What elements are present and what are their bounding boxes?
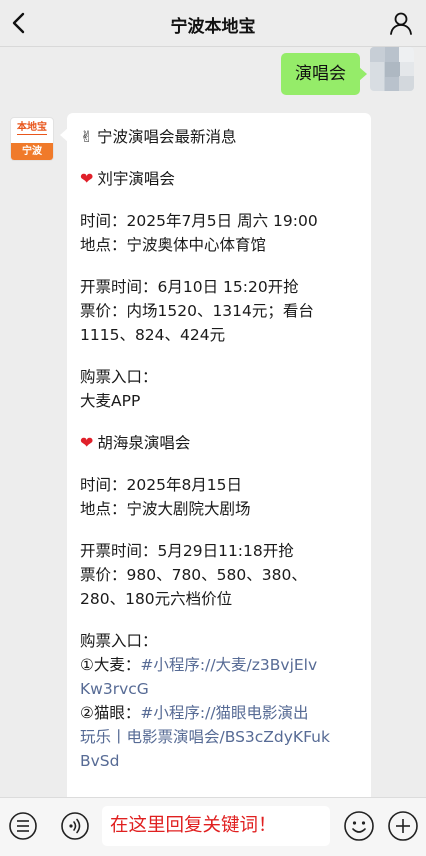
concert-time: 时间：2025年7月5日 周六 19:00 (80, 212, 318, 230)
concert-sale-time: 开票时间：5月29日11:18开抢 (80, 542, 294, 560)
profile-button[interactable] (388, 10, 414, 36)
ticket-entry-maoyan-prefix: ②猫眼： (80, 704, 141, 722)
concert-name: 刘宇演唱会 (97, 170, 175, 188)
outgoing-message-bubble[interactable]: 演唱会 (281, 53, 367, 95)
message-input[interactable]: 在这里回复关键词！ (102, 806, 330, 846)
concert-price-cont: 280、180元六档价位 (80, 590, 233, 608)
list-menu-icon (9, 812, 37, 840)
ticket-entry-label: 购票入口： (80, 632, 158, 650)
concert-sale-time: 开票时间：6月10日 15:20开抢 (80, 278, 299, 296)
concert-venue: 地点：宁波奥体中心体育馆 (80, 236, 267, 254)
concert-price: 票价：980、780、580、380、 (80, 566, 307, 584)
more-actions-button[interactable] (387, 810, 419, 842)
maoyan-miniprogram-link[interactable]: #小程序://猫眼电影演出 (140, 704, 308, 722)
damai-miniprogram-link-cont[interactable]: Kw3rvcG (80, 680, 149, 698)
plus-icon (388, 811, 418, 841)
chat-title: 宁波本地宝 (170, 17, 256, 37)
ticket-entry-label: 购票入口： (80, 368, 158, 386)
ticket-entry-damai-row: ①大麦：#小程序://大麦/z3BvjElv (80, 653, 370, 677)
person-icon (390, 12, 412, 35)
message-headline: 宁波演唱会最新消息 (97, 128, 237, 146)
user-avatar[interactable] (370, 47, 414, 91)
menu-toggle-button[interactable] (8, 811, 38, 841)
avatar-logo-text: 本地宝 (17, 122, 47, 135)
concert-name: 胡海泉演唱会 (97, 434, 191, 452)
heart-icon: ❤ (80, 169, 94, 188)
voice-icon (61, 812, 89, 840)
message-body: ✌ 宁波演唱会最新消息 ❤ 刘宇演唱会 时间：2025年7月5日 周六 19:00 … (80, 125, 370, 773)
concert-name-row: ❤ 胡海泉演唱会 (80, 431, 370, 455)
concert-venue: 地点：宁波大剧院大剧场 (80, 500, 251, 518)
damai-link-cont-row: Kw3rvcG (80, 677, 370, 701)
emoji-icon (344, 811, 374, 841)
chat-header: 宁波本地宝 (0, 0, 426, 47)
message-headline-row: ✌ 宁波演唱会最新消息 (80, 125, 370, 149)
ticket-entry-value: 大麦APP (80, 392, 141, 410)
heart-icon: ❤ (80, 433, 94, 452)
concert-price: 票价：内场1520、1314元；看台 (80, 302, 314, 320)
ticket-entry-damai-prefix: ①大麦： (80, 656, 141, 674)
maoyan-link-cont-row: 玩乐丨电影票演唱会/BS3cZdyKFuk (80, 725, 370, 749)
victory-hand-icon: ✌ (80, 128, 93, 146)
concert-price-cont: 1115、824、424元 (80, 326, 226, 344)
voice-input-button[interactable] (60, 811, 90, 841)
concert-name-row: ❤ 刘宇演唱会 (80, 167, 370, 191)
avatar-logo-sub (11, 135, 53, 140)
maoyan-miniprogram-link-cont[interactable]: 玩乐丨电影票演唱会/BS3cZdyKFuk (80, 728, 330, 746)
avatar-city-label: 宁波 (11, 143, 53, 160)
maoyan-miniprogram-link-end[interactable]: BvSd (80, 752, 119, 770)
emoji-button[interactable] (343, 810, 375, 842)
ticket-entry-maoyan-row: ②猫眼：#小程序://猫眼电影演出 (80, 701, 370, 725)
damai-miniprogram-link[interactable]: #小程序://大麦/z3BvjElv (140, 656, 317, 674)
incoming-message-bubble: ✌ 宁波演唱会最新消息 ❤ 刘宇演唱会 时间：2025年7月5日 周六 19:00 … (67, 113, 371, 803)
bottom-input-bar: 在这里回复关键词！ (0, 797, 426, 856)
concert-time: 时间：2025年8月15日 (80, 476, 243, 494)
official-account-avatar[interactable]: 本地宝 宁波 (10, 117, 54, 161)
maoyan-link-cont-row-2: BvSd (80, 749, 370, 773)
